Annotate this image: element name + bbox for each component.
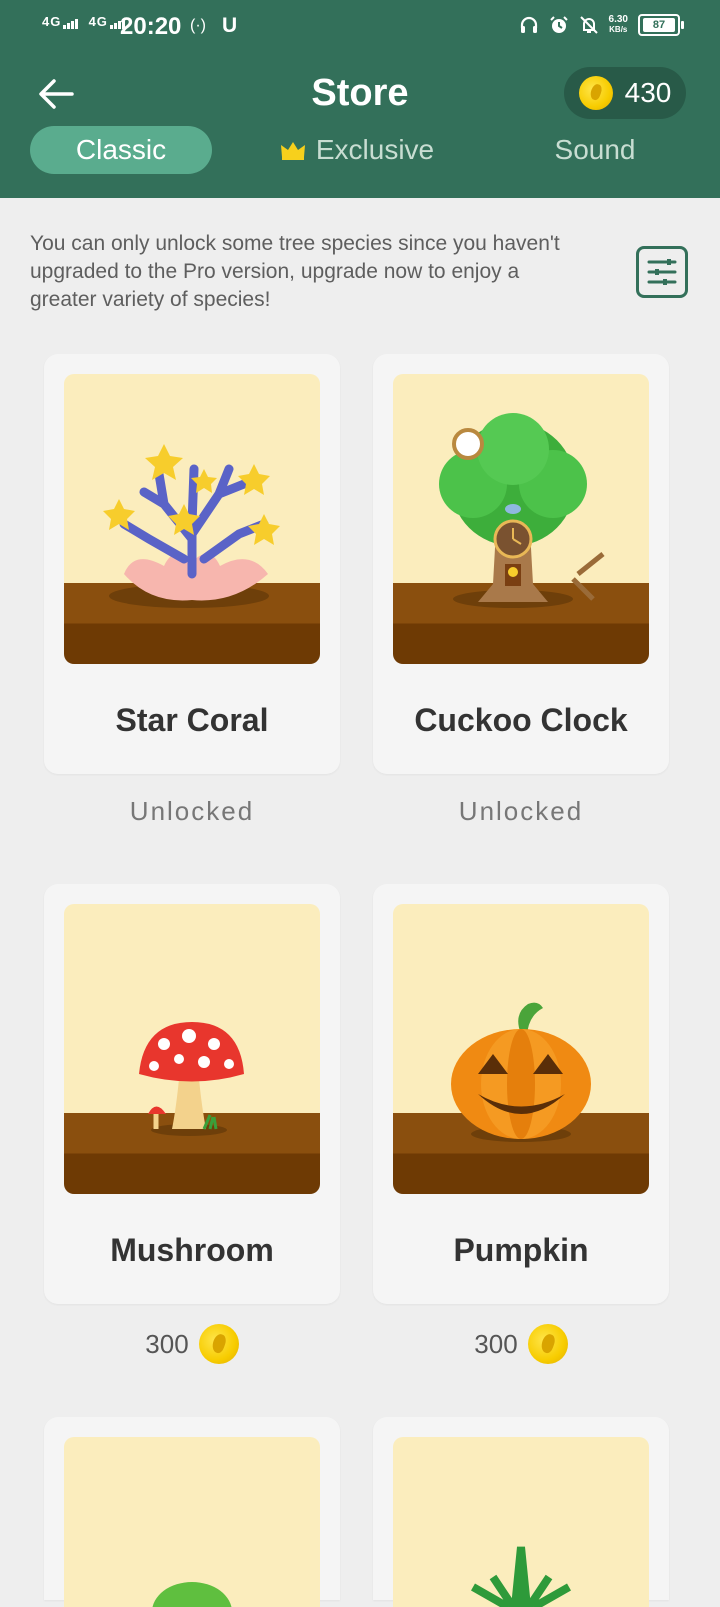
network-indicator: 4G 4G (42, 14, 126, 29)
signal-bars-1-icon (63, 14, 79, 29)
cuckoo-clock-image (393, 374, 649, 664)
network-type-1: 4G (42, 14, 62, 29)
coin-balance-value: 430 (624, 77, 672, 108)
battery-level: 87 (643, 18, 675, 32)
coin-icon (578, 76, 613, 110)
unlock-status: Unlocked (458, 796, 584, 826)
tab-classic-label: Classic (75, 134, 167, 165)
headphones-icon (519, 15, 539, 35)
filter-button[interactable] (636, 246, 688, 298)
tree-card-mushroom[interactable]: Mushroom (44, 884, 340, 1304)
network-speed-unit: KB/s (609, 25, 628, 34)
pro-notice-text: You can only unlock some tree species si… (30, 232, 560, 311)
tree-image-partial-1 (64, 1437, 320, 1607)
pumpkin-image (393, 904, 649, 1194)
price-tag[interactable]: 300 (44, 1324, 340, 1364)
network-speed: 6.30 KB/s (609, 15, 628, 35)
tree-card-partial-2[interactable] (373, 1417, 669, 1607)
battery-icon: 87 (638, 14, 684, 36)
tree-name: Cuckoo Clock (414, 702, 628, 738)
tree-card-star-coral[interactable]: Star Coral (44, 354, 340, 774)
price-tag[interactable]: 300 (373, 1324, 669, 1364)
tree-image-partial-2 (393, 1437, 649, 1607)
hotspot-icon: (·) (190, 17, 206, 34)
tree-card-cuckoo-clock[interactable]: Cuckoo Clock (373, 354, 669, 774)
tree-name: Mushroom (110, 1232, 274, 1268)
tree-card-pumpkin[interactable]: Pumpkin (373, 884, 669, 1304)
tab-exclusive[interactable]: Exclusive (262, 126, 452, 174)
tab-classic[interactable]: Classic (30, 126, 212, 174)
status-time: 20:20 (120, 13, 182, 40)
tab-sound-label: Sound (554, 134, 636, 165)
crown-icon (280, 128, 306, 176)
tree-card-partial-1[interactable] (44, 1417, 340, 1607)
network-speed-value: 6.30 (608, 14, 628, 25)
sliders-icon (647, 259, 677, 285)
alarm-icon (549, 15, 569, 35)
status-right-icons: 6.30 KB/s 87 (519, 14, 684, 36)
coin-icon (527, 1324, 568, 1364)
mushroom-image (64, 904, 320, 1194)
app-header: 4G 4G 20:20 (·) U 6.30 KB/s 87 Store 430… (0, 0, 720, 198)
coin-balance[interactable]: 430 (564, 67, 686, 119)
notifications-off-icon (579, 15, 599, 35)
coin-icon (198, 1324, 239, 1364)
tree-name: Star Coral (115, 702, 269, 738)
star-coral-image (64, 374, 320, 664)
status-bar: 4G 4G 20:20 (·) U 6.30 KB/s 87 (0, 0, 720, 56)
carrier-icon: U (222, 14, 238, 37)
network-type-2: 4G (88, 14, 108, 29)
price-value: 300 (145, 1328, 189, 1359)
tab-exclusive-label: Exclusive (315, 134, 435, 165)
store-tabs: Classic Exclusive Sound (0, 126, 720, 178)
price-value: 300 (474, 1328, 518, 1359)
tab-sound[interactable]: Sound (520, 126, 670, 174)
unlock-status: Unlocked (129, 796, 255, 826)
tree-name: Pumpkin (453, 1232, 589, 1268)
